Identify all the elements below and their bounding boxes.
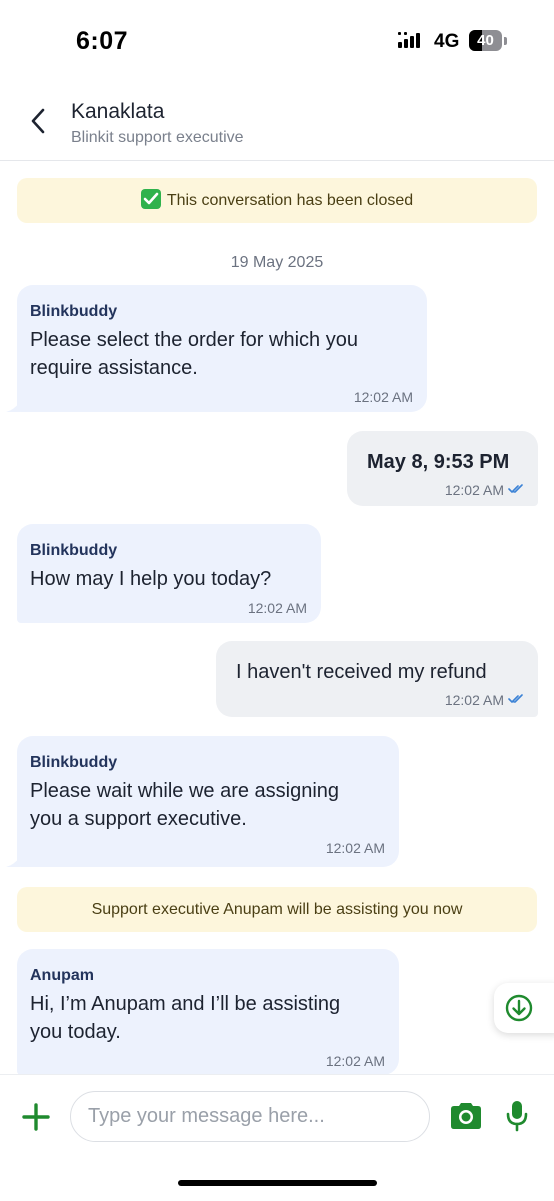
message-text: Please wait while we are assigning you a…	[30, 780, 340, 830]
back-chevron-icon[interactable]	[28, 106, 48, 136]
message-text: Please select the order for which you re…	[30, 329, 358, 379]
date-separator: 19 May 2025	[230, 254, 324, 271]
message-time: 12:02 AM	[353, 389, 413, 405]
message-input[interactable]	[70, 1091, 430, 1142]
arrow-down-circle-icon	[505, 994, 533, 1022]
message-text: I haven't received my refund	[236, 661, 487, 683]
chat-header: Kanaklata Blinkit support executive	[0, 80, 554, 161]
check-icon	[140, 189, 161, 209]
microphone-icon[interactable]	[505, 1099, 529, 1133]
plus-icon[interactable]	[22, 1103, 50, 1131]
cellular-signal-icon	[398, 32, 420, 48]
agent-name: Kanaklata	[71, 100, 165, 123]
message-bubble-incoming[interactable]: Blinkbuddy How may I help you today? 12:…	[17, 524, 321, 623]
message-sender: Blinkbuddy	[30, 303, 118, 320]
home-indicator	[178, 1180, 377, 1186]
message-sender: Anupam	[30, 967, 94, 984]
message-text: Hi, I’m Anupam and I’ll be assisting you…	[30, 993, 341, 1043]
battery-percent: 40	[477, 32, 494, 49]
closed-banner-text: This conversation has been closed	[166, 192, 414, 209]
message-bubble-incoming[interactable]: Blinkbuddy Please select the order for w…	[17, 285, 427, 412]
message-sender: Blinkbuddy	[30, 542, 118, 559]
message-time: 12:02 AM	[247, 600, 307, 616]
message-bubble-incoming[interactable]: Anupam Hi, I’m Anupam and I’ll be assist…	[17, 949, 399, 1075]
message-bubble-outgoing[interactable]: May 8, 9:53 PM 12:02 AM	[347, 431, 538, 506]
message-time: 12:02 AM	[444, 692, 504, 708]
agent-role: Blinkit support executive	[71, 129, 244, 146]
network-type: 4G	[434, 31, 460, 52]
conversation-closed-banner: This conversation has been closed	[17, 178, 537, 223]
message-bubble-incoming[interactable]: Blinkbuddy Please wait while we are assi…	[17, 736, 399, 867]
bubble-tail	[6, 857, 20, 867]
bubble-tail	[6, 402, 20, 412]
scroll-to-bottom-button[interactable]	[494, 983, 554, 1033]
executive-assigned-banner: Support executive Anupam will be assisti…	[17, 887, 537, 932]
message-time: 12:02 AM	[325, 840, 385, 856]
message-bubble-outgoing[interactable]: I haven't received my refund 12:02 AM	[216, 641, 538, 717]
message-text: May 8, 9:53 PM	[367, 451, 510, 473]
battery-icon: 40	[469, 30, 509, 52]
double-tick-icon	[508, 694, 523, 703]
message-text: How may I help you today?	[30, 568, 272, 590]
status-bar: 6:07 4G 40	[0, 0, 554, 80]
status-time: 6:07	[76, 27, 129, 55]
double-tick-icon	[508, 484, 523, 493]
message-time: 12:02 AM	[444, 482, 504, 498]
message-sender: Blinkbuddy	[30, 754, 118, 771]
camera-icon[interactable]	[448, 1101, 484, 1131]
message-time: 12:02 AM	[325, 1053, 385, 1069]
